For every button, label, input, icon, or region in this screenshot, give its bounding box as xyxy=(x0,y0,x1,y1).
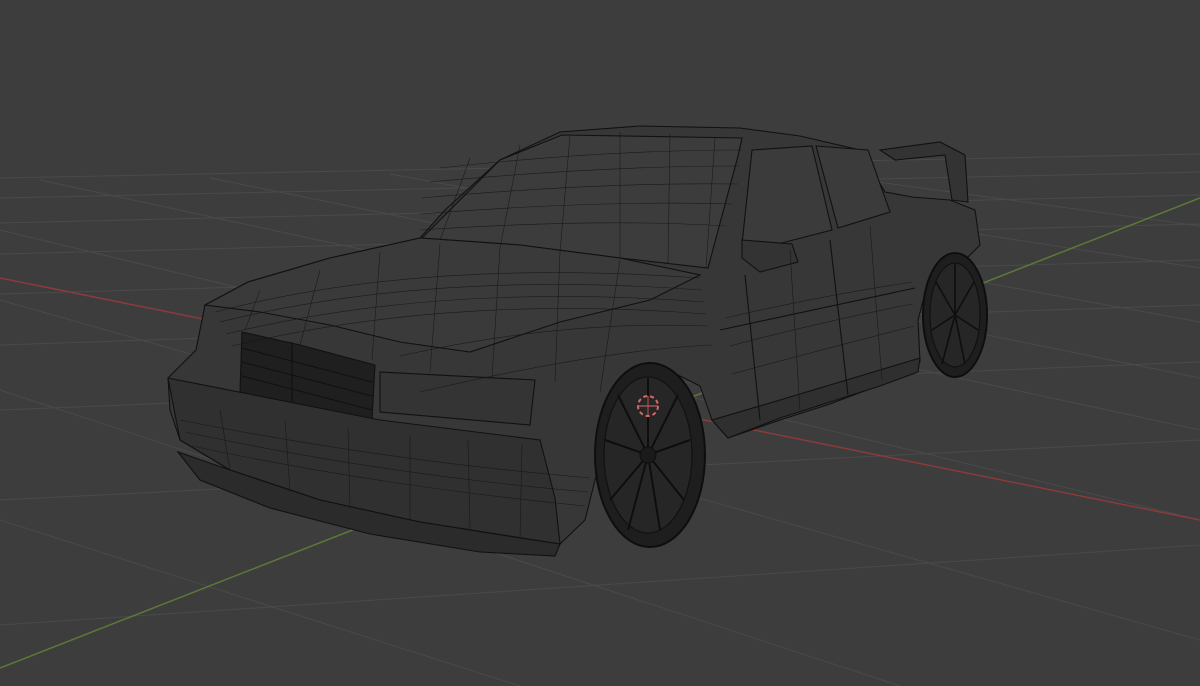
front-wheel[interactable] xyxy=(594,362,706,548)
3d-viewport[interactable] xyxy=(0,0,1200,686)
viewport-canvas[interactable] xyxy=(0,0,1200,686)
rear-wheel[interactable] xyxy=(922,252,988,378)
